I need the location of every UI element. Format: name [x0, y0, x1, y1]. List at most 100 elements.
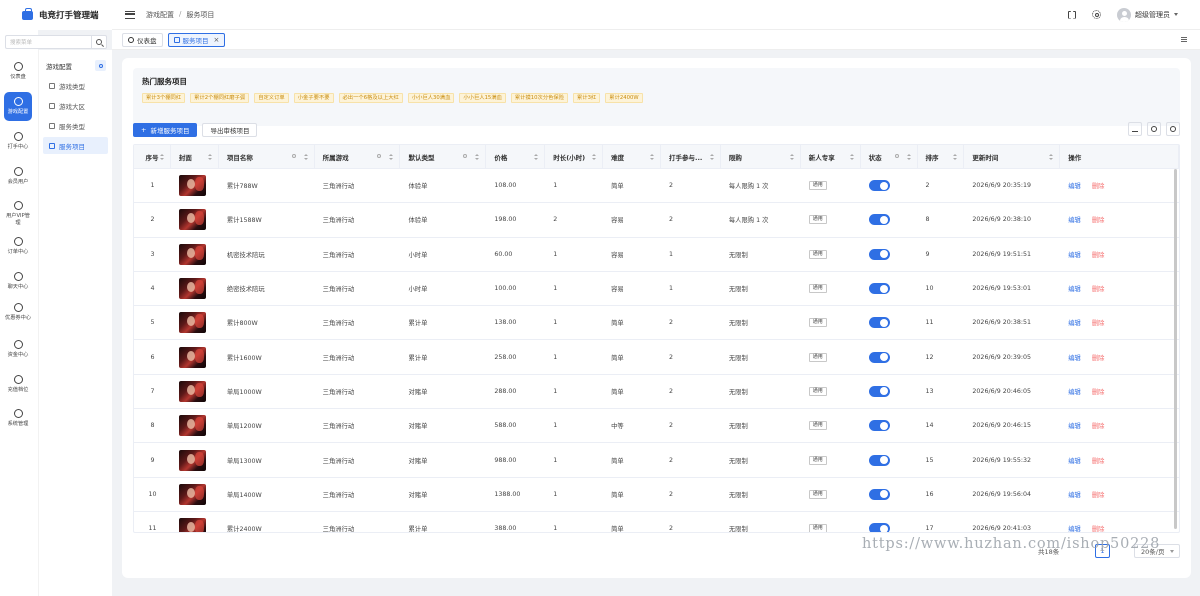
edit-link[interactable]: 编辑	[1068, 456, 1081, 465]
edit-link[interactable]: 编辑	[1068, 353, 1081, 362]
pin-icon[interactable]	[95, 60, 106, 71]
sort-icon[interactable]	[389, 154, 394, 160]
sort-icon[interactable]	[159, 154, 164, 160]
status-toggle[interactable]	[868, 351, 890, 363]
sidebar-item[interactable]: 充值档位	[4, 375, 32, 394]
delete-link[interactable]: 删除	[1092, 353, 1105, 362]
status-toggle[interactable]	[868, 248, 890, 260]
sidebar-item[interactable]: 订单中心	[4, 237, 32, 256]
status-toggle[interactable]	[868, 180, 890, 192]
sidebar-item[interactable]: 资金中心	[4, 340, 32, 359]
hot-tag[interactable]: 累计3个棚同红	[142, 93, 186, 103]
sort-icon[interactable]	[207, 154, 212, 160]
status-toggle[interactable]	[868, 420, 890, 432]
status-toggle[interactable]	[868, 214, 890, 226]
status-toggle[interactable]	[868, 317, 890, 329]
hot-tag[interactable]: 累计2400W	[605, 93, 643, 103]
breadcrumb-item[interactable]: 游戏配置	[146, 10, 174, 20]
delete-link[interactable]: 删除	[1092, 181, 1105, 190]
sort-icon[interactable]	[303, 154, 308, 160]
column-search-icon[interactable]	[291, 154, 296, 158]
settings-icon[interactable]	[1092, 10, 1101, 19]
column-header[interactable]: 难度	[603, 145, 661, 168]
add-service-button[interactable]: + 新增服务项目	[133, 123, 198, 137]
edit-link[interactable]: 编辑	[1068, 215, 1081, 224]
column-header[interactable]: 所属游戏	[315, 145, 401, 168]
edit-link[interactable]: 编辑	[1068, 318, 1081, 327]
column-header[interactable]: 更新时间	[964, 145, 1061, 168]
delete-link[interactable]: 删除	[1092, 250, 1105, 259]
column-header[interactable]: 操作	[1060, 145, 1179, 168]
sidebar-item[interactable]: 会员用户	[4, 167, 32, 186]
edit-link[interactable]: 编辑	[1068, 387, 1081, 396]
edit-link[interactable]: 编辑	[1068, 421, 1081, 430]
column-search-icon[interactable]	[894, 154, 899, 158]
submenu-item[interactable]: 游戏大区	[43, 97, 108, 114]
delete-link[interactable]: 删除	[1092, 284, 1105, 293]
sort-icon[interactable]	[592, 154, 597, 160]
sort-icon[interactable]	[649, 154, 654, 160]
column-header[interactable]: 排序	[918, 145, 965, 168]
sort-icon[interactable]	[789, 154, 794, 160]
column-search-icon[interactable]	[463, 154, 468, 158]
sort-icon[interactable]	[849, 154, 854, 160]
delete-link[interactable]: 删除	[1092, 421, 1105, 430]
refresh-button[interactable]	[1166, 122, 1180, 136]
hot-tag[interactable]: 累计摸10次分色保险	[510, 93, 569, 103]
submenu-item[interactable]: 游戏类型	[43, 77, 108, 94]
column-header[interactable]: 状态	[861, 145, 918, 168]
sidebar-item[interactable]: 优惠券中心	[4, 303, 32, 322]
status-toggle[interactable]	[868, 385, 890, 397]
fullscreen-icon[interactable]	[1068, 11, 1076, 19]
menu-search-input[interactable]: 搜索菜单	[5, 35, 107, 49]
status-toggle[interactable]	[868, 454, 890, 466]
tabs-menu-icon[interactable]	[1181, 37, 1187, 42]
column-header[interactable]: 序号	[134, 145, 171, 168]
hot-tag[interactable]: 必出一个6格及以上大红	[338, 93, 403, 103]
sidebar-item[interactable]: 用户VIP管理	[4, 201, 32, 226]
delete-link[interactable]: 删除	[1092, 524, 1105, 532]
status-toggle[interactable]	[868, 488, 890, 500]
column-settings-button[interactable]	[1147, 122, 1161, 136]
delete-link[interactable]: 删除	[1092, 490, 1105, 499]
column-header[interactable]: 限购	[721, 145, 801, 168]
sort-icon[interactable]	[1049, 154, 1054, 160]
column-header[interactable]: 时长(小时)	[545, 145, 604, 168]
search-button[interactable]	[91, 35, 106, 49]
sidebar-item[interactable]: 游戏配置	[4, 92, 32, 121]
hot-tag[interactable]: 小金子要不要	[293, 93, 334, 103]
sidebar-item[interactable]: 系统管理	[4, 409, 32, 428]
status-toggle[interactable]	[868, 523, 890, 532]
edit-link[interactable]: 编辑	[1068, 284, 1081, 293]
delete-link[interactable]: 删除	[1092, 387, 1105, 396]
column-header[interactable]: 价格	[486, 145, 546, 168]
tab-service-items[interactable]: 服务项目 ×	[167, 32, 226, 47]
hot-tag[interactable]: 累计2个棚同红磨子弧	[190, 93, 250, 103]
table-scrollbar[interactable]	[1174, 169, 1177, 529]
column-header[interactable]: 新人专享	[801, 145, 861, 168]
column-header[interactable]: 项目名称	[219, 145, 315, 168]
edit-link[interactable]: 编辑	[1068, 524, 1081, 532]
menu-fold-icon[interactable]	[125, 10, 135, 19]
sidebar-item[interactable]: 打手中心	[4, 132, 32, 151]
edit-link[interactable]: 编辑	[1068, 181, 1081, 190]
delete-link[interactable]: 删除	[1092, 215, 1105, 224]
sort-icon[interactable]	[709, 154, 714, 160]
submenu-item[interactable]: 服务项目	[43, 137, 108, 154]
sort-icon[interactable]	[906, 154, 911, 160]
sort-icon[interactable]	[953, 154, 958, 160]
column-header[interactable]: 默认类型	[400, 145, 487, 168]
status-toggle[interactable]	[868, 283, 890, 295]
sidebar-item[interactable]: 仪表盘	[4, 62, 32, 81]
delete-link[interactable]: 删除	[1092, 456, 1105, 465]
delete-link[interactable]: 删除	[1092, 318, 1105, 327]
hot-tag[interactable]: 小小巨人30满血	[407, 93, 455, 103]
hot-tag[interactable]: 小小巨人15满血	[459, 93, 506, 103]
submenu-item[interactable]: 服务类型	[43, 117, 108, 134]
hot-tag[interactable]: 自定义订单	[254, 93, 289, 103]
user-menu[interactable]: 超级管理员	[1117, 7, 1178, 22]
column-header[interactable]: 打手参与...	[661, 145, 721, 168]
close-icon[interactable]: ×	[214, 36, 220, 44]
column-header[interactable]: 封面	[171, 145, 219, 168]
download-button[interactable]	[1128, 122, 1142, 136]
